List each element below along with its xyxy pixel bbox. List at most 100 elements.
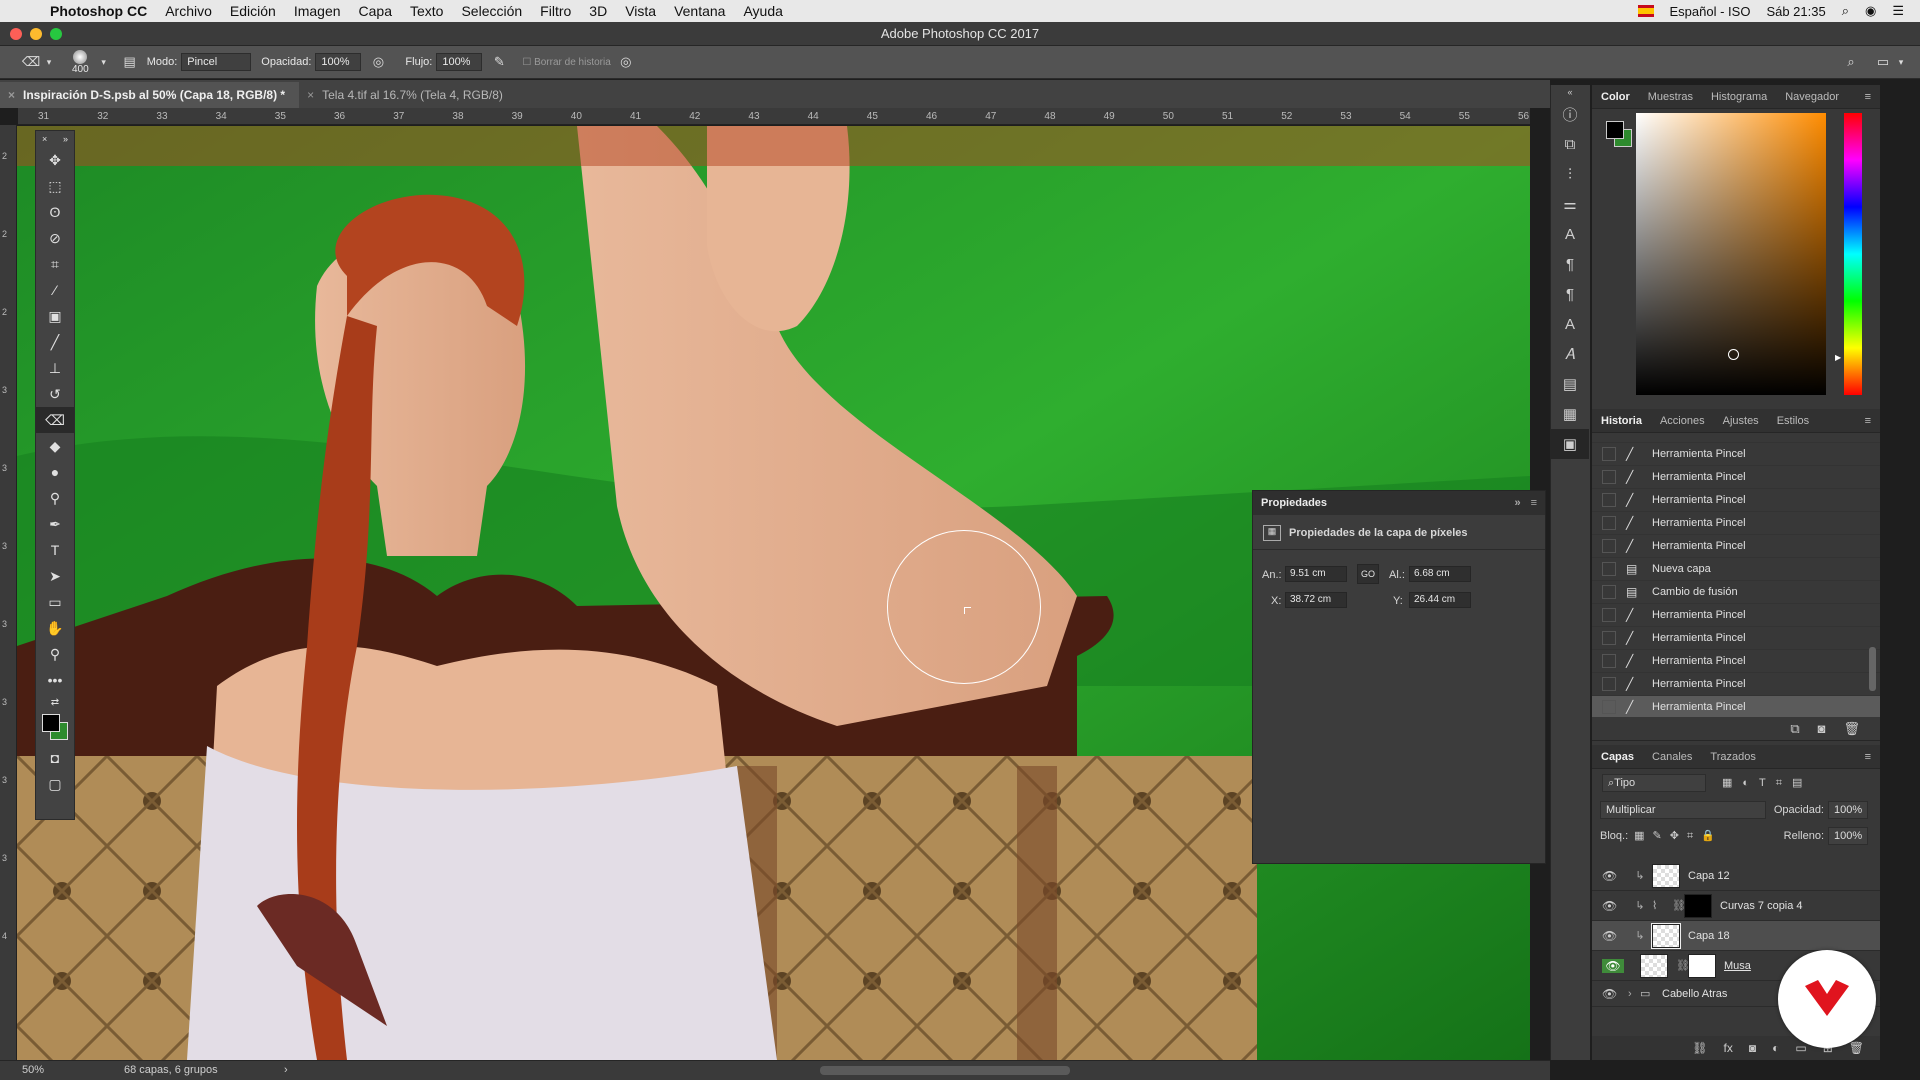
tab-navegador[interactable]: Navegador [1776,91,1848,103]
brush-panel-icon[interactable]: ▤ [121,53,139,71]
foreground-color-swatch[interactable] [1606,121,1624,139]
path-selection-tool[interactable]: ➤ [36,563,74,589]
info-icon[interactable]: ⓘ [1551,99,1589,129]
menu-ayuda[interactable]: Ayuda [743,3,782,19]
trash-icon[interactable]: 🗑 [1843,721,1860,737]
tab-muestras[interactable]: Muestras [1639,91,1702,103]
tab-capas[interactable]: Capas [1592,751,1643,763]
history-source-checkbox[interactable] [1602,654,1616,668]
layer-name[interactable]: Curvas 7 copia 4 [1720,900,1803,912]
paint-bucket-tool[interactable]: ◆ [36,433,74,459]
tools-panel-header[interactable]: ×» [36,131,74,147]
apple-icon[interactable] [20,3,36,19]
minimize-window-button[interactable] [30,28,42,40]
menu-ventana[interactable]: Ventana [674,3,725,19]
history-row[interactable]: ╱ Herramienta Pincel [1592,650,1880,673]
menu-3d[interactable]: 3D [589,3,607,19]
eyedropper-tool[interactable]: ⁄ [36,277,74,303]
app-menu[interactable]: Photoshop CC [50,3,147,19]
clock[interactable]: Sáb 21:35 [1766,4,1825,19]
y-input[interactable]: 26.44 cm [1409,592,1471,608]
horizontal-scrollbar[interactable] [820,1066,1070,1075]
tab-canales[interactable]: Canales [1643,751,1701,763]
maximize-window-button[interactable] [50,28,62,40]
swap-colors-icon[interactable]: ⇄ [36,693,74,711]
properties-panel-icon[interactable]: ▣ [1551,429,1589,459]
notes-icon[interactable]: ▦ [1551,399,1589,429]
link-dimensions-button[interactable]: GO [1357,564,1379,584]
history-source-checkbox[interactable] [1602,700,1616,714]
zoom-tool[interactable]: ⚲ [36,641,74,667]
color-picker-marker[interactable] [1728,349,1739,360]
lasso-tool[interactable]: ʘ [36,199,74,225]
history-source-checkbox[interactable] [1602,562,1616,576]
adjustments-sliders-icon[interactable]: ⚌ [1551,189,1589,219]
chain-link-icon[interactable]: ⛓ [1676,959,1690,972]
history-source-checkbox[interactable] [1602,470,1616,484]
paragraph-icon[interactable]: ¶ [1551,249,1589,279]
zoom-level[interactable]: 50% [22,1064,44,1076]
history-row[interactable]: ╱ Herramienta Pincel [1592,489,1880,512]
eye-icon[interactable]: 👁 [1602,869,1622,883]
history-row[interactable]: ╱ Herramienta Pincel [1592,604,1880,627]
history-row[interactable]: ╱ Herramienta Pincel [1592,627,1880,650]
brush-presets-icon[interactable]: ⫶ [1551,159,1589,189]
screen-mode-icon[interactable]: ▢ [36,771,74,797]
character-icon[interactable]: A [1551,219,1589,249]
chevron-right-icon[interactable]: › [284,1064,288,1076]
glyphs-icon[interactable]: 𝐴 [1551,339,1589,369]
tab-ajustes[interactable]: Ajustes [1714,415,1768,427]
crop-tool[interactable]: ⌗ [36,251,74,277]
close-tab-icon[interactable]: × [8,88,15,102]
quick-selection-tool[interactable]: ⊘ [36,225,74,251]
siri-icon[interactable]: ◉ [1865,3,1876,19]
collapse-icon[interactable]: » [1514,497,1520,509]
menu-vista[interactable]: Vista [625,3,656,19]
history-source-checkbox[interactable] [1602,677,1616,691]
menu-imagen[interactable]: Imagen [294,3,341,19]
hue-slider[interactable] [1844,113,1862,395]
pen-tool[interactable]: ✒ [36,511,74,537]
clone-source-icon[interactable]: ⧉ [1551,129,1589,159]
blur-tool[interactable]: ● [36,459,74,485]
menu-capa[interactable]: Capa [359,3,392,19]
quick-mask-icon[interactable]: ◘ [36,745,74,771]
lock-icons[interactable]: ▦✎✥⌗🔒 [1634,829,1723,843]
history-row[interactable]: ╱ Herramienta Pincel [1592,512,1880,535]
history-row[interactable]: ╱ Herramienta Pincel [1592,696,1880,717]
chain-link-icon[interactable]: ⛓ [1672,899,1686,912]
history-row[interactable]: ▤ Nueva capa [1592,558,1880,581]
chevron-down-icon[interactable]: ▾ [95,53,113,71]
tab-historia[interactable]: Historia [1592,415,1651,427]
move-tool[interactable]: ✥ [36,147,74,173]
history-source-checkbox[interactable] [1602,631,1616,645]
mode-select[interactable]: Pincel [181,53,252,71]
rectangle-tool[interactable]: ▭ [36,589,74,615]
menu-filtro[interactable]: Filtro [540,3,571,19]
layer-name[interactable]: Cabello Atras [1662,988,1727,1000]
input-source[interactable]: Español - ISO [1670,4,1751,19]
chevron-down-icon[interactable]: ▾ [40,53,58,71]
panel-menu-icon[interactable]: ≡ [1856,91,1880,103]
history-source-checkbox[interactable] [1602,539,1616,553]
type-tool[interactable]: T [36,537,74,563]
eraser-tool-preset-icon[interactable]: ⌫ [22,53,40,71]
layer-name[interactable]: Capa 12 [1688,870,1730,882]
pressure-opacity-icon[interactable]: ◎ [369,53,387,71]
frame-tool[interactable]: ▣ [36,303,74,329]
airbrush-icon[interactable]: ✎ [490,53,508,71]
eye-icon[interactable]: 👁 [1602,899,1622,913]
width-input[interactable]: 9.51 cm [1285,566,1347,582]
fill-input[interactable]: 100% [1828,827,1868,845]
collapse-icon[interactable]: » [63,134,68,144]
tab-acciones[interactable]: Acciones [1651,415,1714,427]
eye-icon[interactable]: 👁 [1602,987,1622,1001]
dodge-tool[interactable]: ⚲ [36,485,74,511]
brush-tool[interactable]: ╱ [36,329,74,355]
history-source-checkbox[interactable] [1602,585,1616,599]
mask-thumbnail[interactable] [1688,953,1716,978]
panel-menu-icon[interactable]: ≡ [1856,415,1880,427]
new-document-from-state-icon[interactable]: ⧉ [1790,721,1799,737]
history-brush-tool[interactable]: ↺ [36,381,74,407]
panel-menu-icon[interactable]: ≡ [1856,751,1880,763]
